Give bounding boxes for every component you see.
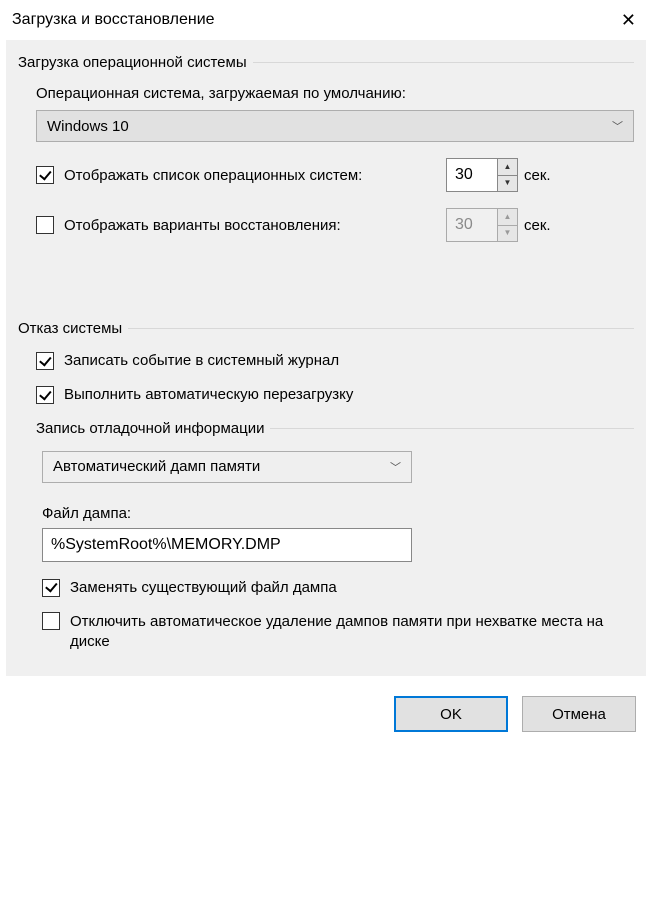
title-bar: Загрузка и восстановление ✕ [0,0,652,40]
button-bar: OK Отмена [0,676,652,744]
show-os-list-label: Отображать список операционных систем: [64,167,362,184]
dialog-content: Загрузка операционной системы Операционн… [6,40,646,676]
group-startup-label: Загрузка операционной системы [18,54,247,71]
auto-restart-checkbox[interactable] [36,386,54,404]
default-os-value: Windows 10 [47,118,129,135]
dump-file-value: %SystemRoot%\MEMORY.DMP [51,536,281,554]
group-failure: Отказ системы Записать событие в системн… [6,306,646,676]
divider [253,62,634,63]
spin-down-icon[interactable]: ▼ [498,176,517,192]
group-failure-label: Отказ системы [18,320,122,337]
overwrite-checkbox[interactable] [42,579,60,597]
chevron-down-icon: ﹀ [612,118,623,134]
default-os-label: Операционная система, загружаемая по умо… [36,85,634,102]
log-event-checkbox[interactable] [36,352,54,370]
default-os-select[interactable]: Windows 10 ﹀ [36,110,634,142]
group-debug-info: Запись отладочной информации Автоматичес… [36,420,634,653]
dump-file-label: Файл дампа: [42,505,634,522]
cancel-button[interactable]: Отмена [522,696,636,732]
disable-auto-delete-checkbox[interactable] [42,612,60,630]
chevron-down-icon: ﹀ [390,459,401,475]
ok-button[interactable]: OK [394,696,508,732]
show-recovery-suffix: сек. [524,217,551,234]
disable-auto-delete-label: Отключить автоматическое удаление дампов… [70,612,634,653]
group-debug-info-label: Запись отладочной информации [36,420,264,437]
dump-type-select[interactable]: Автоматический дамп памяти ﹀ [42,451,412,483]
dump-file-input[interactable]: %SystemRoot%\MEMORY.DMP [42,528,412,562]
divider [128,328,634,329]
show-os-list-seconds[interactable]: ▲ ▼ [446,158,518,192]
show-recovery-seconds-input [447,209,497,241]
window-title: Загрузка и восстановление [12,11,215,29]
show-recovery-checkbox[interactable] [36,216,54,234]
show-os-list-suffix: сек. [524,167,551,184]
divider [270,428,634,429]
show-recovery-label: Отображать варианты восстановления: [64,217,341,234]
spin-down-icon: ▼ [498,226,517,242]
close-icon[interactable]: ✕ [617,11,640,29]
show-recovery-seconds: ▲ ▼ [446,208,518,242]
auto-restart-label: Выполнить автоматическую перезагрузку [64,385,634,405]
show-os-list-seconds-input[interactable] [447,159,497,191]
log-event-label: Записать событие в системный журнал [64,351,634,371]
spin-up-icon[interactable]: ▲ [498,159,517,176]
show-os-list-checkbox[interactable] [36,166,54,184]
dump-type-value: Автоматический дамп памяти [53,458,260,475]
overwrite-label: Заменять существующий файл дампа [70,578,634,598]
spin-up-icon: ▲ [498,209,517,226]
group-startup: Загрузка операционной системы Операционн… [6,40,646,260]
